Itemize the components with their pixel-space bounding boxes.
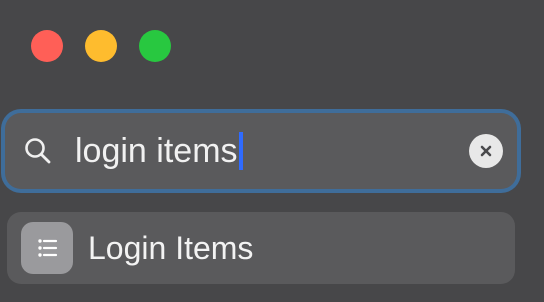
search-field-focus-ring: login items (1, 109, 521, 193)
list-icon (21, 222, 73, 274)
window-controls (31, 30, 171, 62)
text-caret (238, 132, 243, 170)
search-query[interactable]: login items (75, 134, 238, 168)
search-query-line[interactable]: login items (55, 132, 243, 170)
settings-window: login items Login Items (0, 0, 544, 302)
close-window-button[interactable] (31, 30, 63, 62)
search-icon (21, 134, 55, 168)
clear-icon (480, 145, 492, 157)
minimize-window-button[interactable] (85, 30, 117, 62)
search-result-label: Login Items (88, 229, 254, 266)
search-result-login-items[interactable]: Login Items (7, 212, 515, 284)
search-input[interactable]: login items (5, 113, 517, 189)
zoom-window-button[interactable] (139, 30, 171, 62)
clear-search-button[interactable] (469, 134, 503, 168)
